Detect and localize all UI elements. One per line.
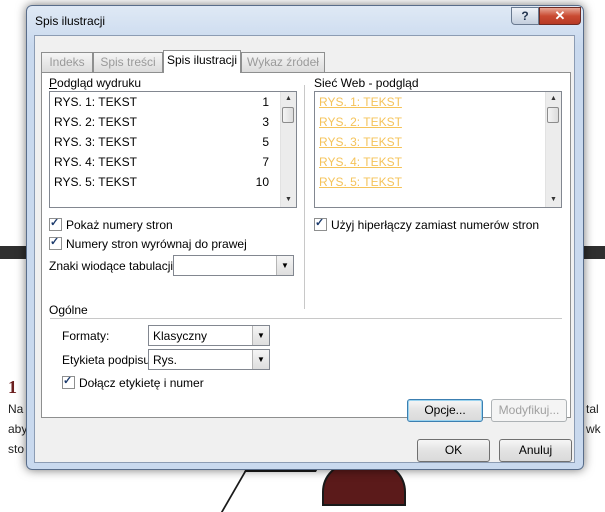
- tab-table-of-contents[interactable]: Spis treści: [93, 52, 163, 72]
- document-heading-number: 1: [8, 377, 17, 397]
- use-hyperlinks-checkbox[interactable]: Użyj hiperłączy zamiast numerów stron: [314, 216, 539, 232]
- web-preview-label: Sieć Web - podgląd: [314, 76, 419, 90]
- web-link-item: RYS. 3: TEKST: [319, 135, 402, 149]
- print-preview-box[interactable]: RYS. 1: TEKST 1 RYS. 2: TEKST 3 RYS. 3: TE…: [49, 91, 297, 208]
- general-section-label: Ogólne: [49, 303, 88, 317]
- tab-leader-select[interactable]: ▼: [173, 255, 294, 276]
- table-of-figures-dialog: Spis ilustracji ? ✕ Indeks Spis treści S…: [26, 5, 584, 470]
- web-link-item: RYS. 5: TEKST: [319, 175, 402, 189]
- tab-index[interactable]: Indeks: [41, 52, 93, 72]
- tab-table-of-figures[interactable]: Spis ilustracji: [163, 50, 241, 73]
- formats-select[interactable]: Klasyczny ▼: [148, 325, 270, 346]
- document-text-fragment: wk: [586, 422, 601, 436]
- modify-button[interactable]: Modyfikuj...: [491, 399, 567, 422]
- caption-select[interactable]: Rys. ▼: [148, 349, 270, 370]
- options-button[interactable]: Opcje...: [407, 399, 483, 422]
- tab-panel: Podgląd wydruku RYS. 1: TEKST 1 RYS. 2: T…: [41, 72, 571, 422]
- formats-label: Formaty:: [62, 329, 110, 343]
- list-item: RYS. 3: TEKST 5: [54, 135, 269, 149]
- vertical-divider: [304, 85, 305, 309]
- list-item: RYS. 2: TEKST 3: [54, 115, 269, 129]
- cancel-button[interactable]: Anuluj: [499, 439, 572, 462]
- scrollbar[interactable]: ▲ ▼: [545, 92, 561, 207]
- checkbox-checked-icon: [49, 216, 62, 231]
- web-link-item: RYS. 2: TEKST: [319, 115, 402, 129]
- document-text-fragment: sto: [8, 442, 25, 456]
- checkbox-checked-icon: [314, 216, 327, 231]
- list-item: RYS. 1: TEKST 1: [54, 95, 269, 109]
- show-page-numbers-checkbox[interactable]: Pokaż numery stron: [49, 216, 173, 232]
- right-align-page-numbers-checkbox[interactable]: Numery stron wyrównaj do prawej: [49, 235, 247, 251]
- tab-table-of-authorities[interactable]: Wykaz źródeł: [241, 52, 325, 72]
- checkbox-checked-icon: [62, 374, 75, 389]
- dropdown-arrow-icon[interactable]: ▼: [252, 326, 269, 345]
- scroll-up-arrow-icon[interactable]: ▲: [281, 92, 296, 106]
- scroll-down-arrow-icon[interactable]: ▼: [546, 193, 561, 207]
- help-button[interactable]: ?: [511, 7, 539, 25]
- list-item: RYS. 4: TEKST 7: [54, 155, 269, 169]
- web-link-item: RYS. 1: TEKST: [319, 95, 402, 109]
- scroll-thumb[interactable]: [282, 107, 294, 123]
- dropdown-arrow-icon[interactable]: ▼: [252, 350, 269, 369]
- scroll-down-arrow-icon[interactable]: ▼: [281, 193, 296, 207]
- scroll-thumb[interactable]: [547, 107, 559, 123]
- document-text-fragment: Na: [8, 402, 24, 416]
- caption-label: Etykieta podpisu:: [62, 353, 154, 367]
- scroll-up-arrow-icon[interactable]: ▲: [546, 92, 561, 106]
- dialog-client-area: Indeks Spis treści Spis ilustracji Wykaz…: [34, 35, 575, 463]
- checkbox-checked-icon: [49, 235, 62, 250]
- document-text-fragment: tal: [586, 402, 599, 416]
- ok-button[interactable]: OK: [417, 439, 490, 462]
- list-item: RYS. 5: TEKST 10: [54, 175, 269, 189]
- include-label-number-checkbox[interactable]: Dołącz etykietę i numer: [62, 374, 204, 390]
- scrollbar[interactable]: ▲ ▼: [280, 92, 296, 207]
- horizontal-divider: [50, 318, 562, 319]
- document-text-fragment: aby: [8, 422, 28, 436]
- close-button[interactable]: ✕: [539, 7, 581, 25]
- dropdown-arrow-icon[interactable]: ▼: [276, 256, 293, 275]
- print-preview-label: Podgląd wydruku: [49, 76, 142, 90]
- dialog-title: Spis ilustracji: [35, 14, 106, 28]
- web-preview-box[interactable]: RYS. 1: TEKST RYS. 2: TEKST RYS. 3: TEKS…: [314, 91, 562, 208]
- tab-leader-label: Znaki wiodące tabulacji:: [49, 259, 177, 273]
- document-drawing-box: [220, 470, 318, 512]
- web-link-item: RYS. 4: TEKST: [319, 155, 402, 169]
